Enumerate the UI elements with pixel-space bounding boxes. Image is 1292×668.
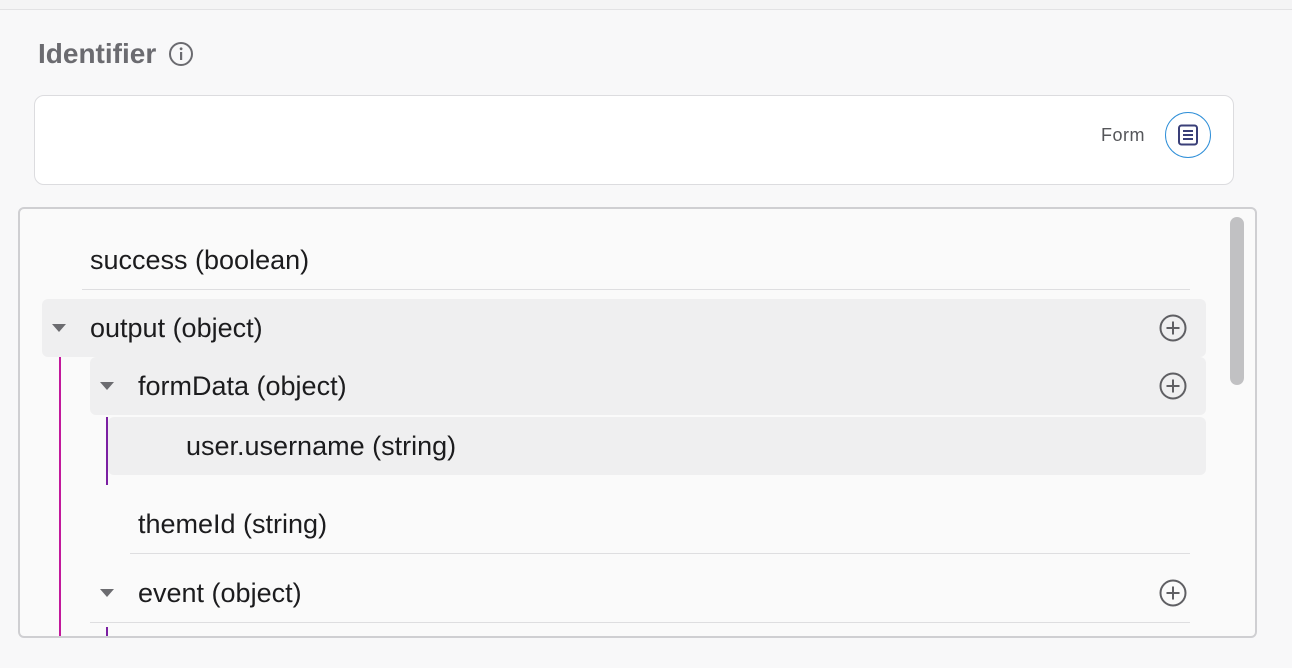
identifier-label: Identifier — [38, 38, 157, 69]
output-branch-line — [59, 357, 61, 636]
tree-scrollbar-thumb[interactable] — [1230, 217, 1244, 385]
identifier-input[interactable] — [51, 106, 1075, 176]
caret-down-icon[interactable] — [44, 299, 74, 357]
tree-item-label: user.username (string) — [186, 430, 457, 461]
top-divider — [0, 0, 1292, 10]
form-label: Form — [1101, 124, 1145, 145]
tree-item-success[interactable]: success (boolean) — [82, 231, 1190, 290]
add-circle-icon[interactable] — [1158, 313, 1188, 343]
caret-down-icon[interactable] — [92, 357, 122, 415]
info-icon[interactable] — [168, 41, 194, 67]
tree-item-user-username[interactable]: user.username (string) — [108, 417, 1206, 475]
tree-item-themeid[interactable]: themeId (string) — [130, 495, 1190, 554]
tree-item-output[interactable]: output (object) — [42, 299, 1206, 357]
tree-item-label: success (boolean) — [90, 244, 310, 275]
schema-tree-panel: success (boolean) output (object) formDa… — [18, 207, 1257, 638]
event-branch-line — [106, 627, 108, 636]
add-circle-icon[interactable] — [1158, 371, 1188, 401]
form-button[interactable] — [1165, 112, 1211, 158]
add-circle-icon[interactable] — [1158, 578, 1188, 608]
tree-item-label: formData (object) — [138, 370, 347, 401]
tree-scrollbar[interactable] — [1229, 217, 1245, 633]
identifier-input-box: Form — [34, 95, 1234, 185]
caret-down-icon[interactable] — [92, 564, 122, 622]
tree-item-formdata[interactable]: formData (object) — [90, 357, 1206, 415]
form-tag: Form — [1101, 112, 1211, 158]
tree-item-event[interactable]: event (object) — [90, 564, 1190, 623]
identifier-label-group: Identifier — [38, 36, 194, 72]
tree-item-label: output (object) — [90, 312, 263, 343]
tree-item-label: event (object) — [138, 577, 302, 608]
form-document-icon — [1178, 124, 1198, 146]
tree-item-label: themeId (string) — [138, 508, 328, 539]
